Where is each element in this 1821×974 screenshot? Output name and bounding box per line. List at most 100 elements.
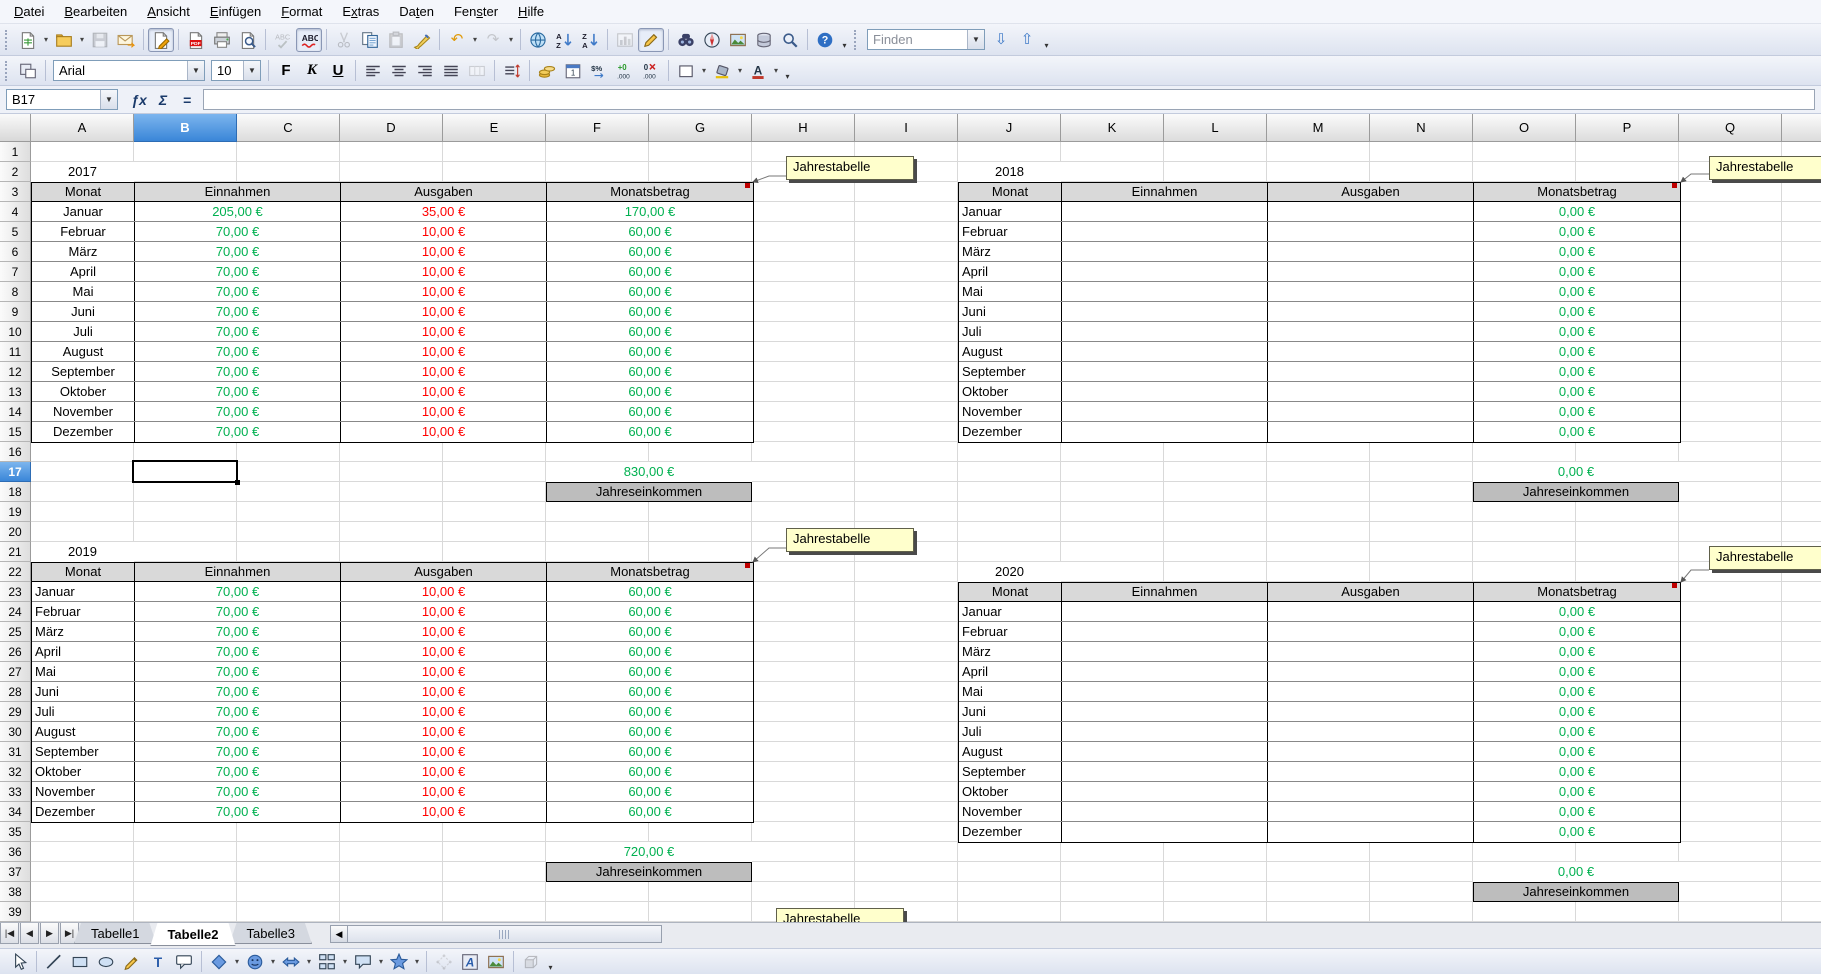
- email-button[interactable]: [113, 28, 139, 52]
- amount-cell[interactable]: 0,00 €: [1474, 422, 1680, 442]
- column-header-N[interactable]: N: [1370, 114, 1473, 142]
- row-header-6[interactable]: 6: [0, 242, 31, 262]
- basic-shapes-button[interactable]: [206, 951, 232, 973]
- edit-file-button[interactable]: [148, 28, 174, 52]
- amount-cell[interactable]: 0,00 €: [1474, 282, 1680, 301]
- amount-cell[interactable]: [1062, 822, 1268, 842]
- amount-cell[interactable]: 60,00 €: [547, 282, 753, 301]
- align-left-button[interactable]: [360, 59, 386, 83]
- row-header-4[interactable]: 4: [0, 202, 31, 222]
- row-header-36[interactable]: 36: [0, 842, 31, 862]
- amount-cell[interactable]: 10,00 €: [341, 682, 547, 701]
- rectangle-button[interactable]: [67, 951, 93, 973]
- amount-cell[interactable]: 0,00 €: [1474, 382, 1680, 401]
- amount-cell[interactable]: [1268, 242, 1474, 261]
- open-button-dropdown-icon[interactable]: ▾: [77, 35, 87, 44]
- amount-cell[interactable]: [1268, 622, 1474, 641]
- month-cell[interactable]: September: [959, 762, 1062, 781]
- stars-button[interactable]: [386, 951, 412, 973]
- row-header-15[interactable]: 15: [0, 422, 31, 442]
- amount-cell[interactable]: 0,00 €: [1474, 262, 1680, 281]
- undo-button-dropdown-icon[interactable]: ▾: [470, 35, 480, 44]
- amount-cell[interactable]: [1268, 682, 1474, 701]
- amount-cell[interactable]: 70,00 €: [135, 242, 341, 261]
- amount-cell[interactable]: 10,00 €: [341, 342, 547, 361]
- sheet-tab-tabelle3[interactable]: Tabelle3: [230, 923, 312, 944]
- amount-cell[interactable]: 10,00 €: [341, 242, 547, 261]
- name-box-dropdown-icon[interactable]: ▼: [100, 90, 117, 109]
- month-cell[interactable]: Juni: [959, 702, 1062, 721]
- month-cell[interactable]: Dezember: [959, 822, 1062, 842]
- month-cell[interactable]: März: [32, 242, 135, 261]
- row-header-22[interactable]: 22: [0, 562, 31, 582]
- table-title-2020[interactable]: 2020: [958, 562, 1061, 582]
- open-button[interactable]: [51, 28, 77, 52]
- month-cell[interactable]: Dezember: [959, 422, 1062, 442]
- amount-cell[interactable]: [1268, 302, 1474, 321]
- row-header-37[interactable]: 37: [0, 862, 31, 882]
- amount-cell[interactable]: [1062, 662, 1268, 681]
- month-cell[interactable]: Juli: [959, 722, 1062, 741]
- amount-cell[interactable]: 70,00 €: [135, 782, 341, 801]
- scrollbar-thumb[interactable]: [348, 925, 662, 943]
- font-color-button-dropdown-icon[interactable]: ▾: [771, 66, 781, 75]
- callout-button[interactable]: [171, 951, 197, 973]
- column-header-J[interactable]: J: [958, 114, 1061, 142]
- hyperlink-button[interactable]: [525, 28, 551, 52]
- amount-cell[interactable]: [1062, 202, 1268, 221]
- amount-cell[interactable]: [1062, 322, 1268, 341]
- amount-cell[interactable]: [1268, 402, 1474, 421]
- row-header-31[interactable]: 31: [0, 742, 31, 762]
- first-sheet-button[interactable]: |◀: [0, 923, 19, 944]
- amount-cell[interactable]: 60,00 €: [547, 722, 753, 741]
- row-header-2[interactable]: 2: [0, 162, 31, 182]
- month-cell[interactable]: Januar: [959, 202, 1062, 221]
- font-name-combo-dropdown-icon[interactable]: ▼: [187, 61, 204, 80]
- amount-cell[interactable]: 70,00 €: [135, 802, 341, 822]
- comment-note-jahrestabelle[interactable]: Jahrestabelle: [786, 528, 914, 552]
- column-header-B[interactable]: B: [134, 114, 237, 142]
- flowchart-button-dropdown-icon[interactable]: ▾: [340, 957, 350, 966]
- amount-cell[interactable]: 10,00 €: [341, 402, 547, 421]
- year-total-label-2020[interactable]: Jahreseinkommen: [1473, 882, 1679, 902]
- amount-cell[interactable]: 10,00 €: [341, 322, 547, 341]
- amount-cell[interactable]: 60,00 €: [547, 402, 753, 421]
- month-cell[interactable]: Mai: [959, 282, 1062, 301]
- month-cell[interactable]: Juni: [32, 302, 135, 321]
- column-header-L[interactable]: L: [1164, 114, 1267, 142]
- row-header-26[interactable]: 26: [0, 642, 31, 662]
- amount-cell[interactable]: [1062, 262, 1268, 281]
- row-header-16[interactable]: 16: [0, 442, 31, 462]
- amount-cell[interactable]: 70,00 €: [135, 722, 341, 741]
- month-cell[interactable]: Februar: [32, 222, 135, 241]
- amount-cell[interactable]: [1062, 622, 1268, 641]
- amount-cell[interactable]: [1062, 602, 1268, 621]
- wrap-text-button[interactable]: [499, 59, 525, 83]
- amount-cell[interactable]: 60,00 €: [547, 362, 753, 381]
- amount-cell[interactable]: 60,00 €: [547, 662, 753, 681]
- month-cell[interactable]: November: [959, 402, 1062, 421]
- amount-cell[interactable]: [1062, 642, 1268, 661]
- comment-note-jahrestabelle[interactable]: Jahrestabelle: [1709, 546, 1821, 570]
- row-header-1[interactable]: 1: [0, 142, 31, 162]
- amount-cell[interactable]: [1062, 782, 1268, 801]
- new-document-button-dropdown-icon[interactable]: ▾: [41, 35, 51, 44]
- amount-cell[interactable]: 70,00 €: [135, 702, 341, 721]
- column-header-O[interactable]: O: [1473, 114, 1576, 142]
- formula-input[interactable]: [203, 89, 1815, 110]
- select-button[interactable]: [6, 951, 32, 973]
- column-header-cell[interactable]: Ausgaben: [1268, 183, 1474, 201]
- column-header-cell[interactable]: Monatsbetrag: [547, 563, 753, 581]
- month-cell[interactable]: März: [32, 622, 135, 641]
- month-cell[interactable]: Juni: [32, 682, 135, 701]
- column-header-H[interactable]: H: [752, 114, 855, 142]
- amount-cell[interactable]: 70,00 €: [135, 382, 341, 401]
- toolbar-grip[interactable]: [5, 30, 12, 50]
- amount-cell[interactable]: 70,00 €: [135, 642, 341, 661]
- amount-cell[interactable]: [1062, 342, 1268, 361]
- amount-cell[interactable]: 70,00 €: [135, 322, 341, 341]
- find-down-button[interactable]: ⇩: [988, 28, 1014, 52]
- column-header-F[interactable]: F: [546, 114, 649, 142]
- amount-cell[interactable]: 0,00 €: [1474, 662, 1680, 681]
- amount-cell[interactable]: [1062, 242, 1268, 261]
